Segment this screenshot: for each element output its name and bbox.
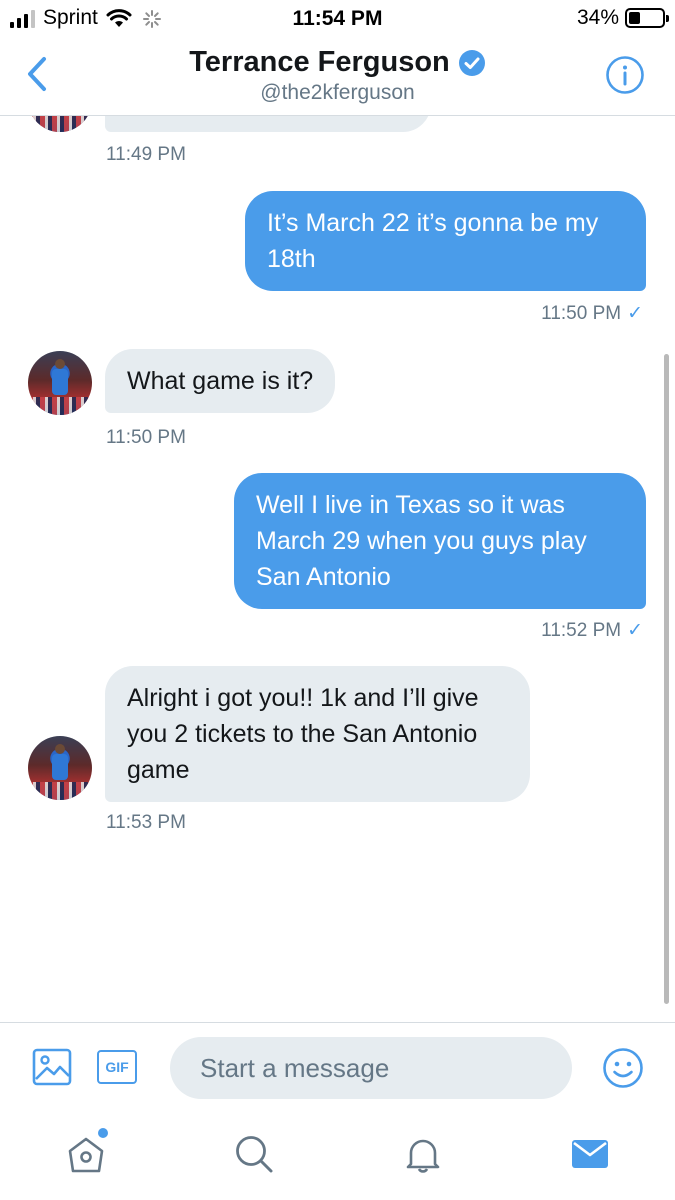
message-timestamp: 11:50 PM ✓: [541, 302, 643, 325]
contact-avatar[interactable]: [28, 116, 92, 132]
emoji-button[interactable]: [602, 1047, 644, 1094]
message-timestamp: 11:50 PM: [106, 427, 186, 448]
notification-dot: [98, 1128, 108, 1138]
tab-search[interactable]: [230, 1130, 278, 1178]
search-icon: [236, 1136, 273, 1173]
verified-badge-icon: [458, 49, 485, 76]
contact-name: Terrance Ferguson: [189, 46, 450, 78]
message-composer: GIF: [0, 1022, 675, 1112]
message-bubble-outgoing[interactable]: It’s March 22 it’s gonna be my 18th: [245, 191, 646, 291]
conversation-header: Terrance Ferguson @the2kferguson: [0, 38, 675, 116]
battery-percent: 34%: [576, 6, 619, 29]
message-bubble-incoming[interactable]: What game is it?: [105, 349, 336, 413]
info-icon: [606, 56, 644, 94]
home-icon: [68, 1137, 104, 1173]
tab-bar: [0, 1112, 675, 1200]
message-bubble-incoming[interactable]: [105, 116, 431, 132]
image-icon: [32, 1048, 72, 1086]
add-gif-button[interactable]: GIF: [97, 1050, 137, 1084]
status-right: 34%: [576, 6, 669, 30]
message-text: Alright i got you!! 1k and I’ll give you…: [127, 684, 479, 784]
bell-icon: [406, 1139, 440, 1173]
scrollbar[interactable]: [664, 354, 669, 1004]
message-input[interactable]: [170, 1037, 572, 1099]
message-text: What game is it?: [127, 367, 314, 395]
contact-avatar[interactable]: [28, 351, 92, 415]
message-list[interactable]: 11:49 PM It’s March 22 it’s gonna be my …: [0, 116, 675, 1022]
tab-notifications[interactable]: [399, 1130, 447, 1178]
contact-avatar[interactable]: [28, 736, 92, 800]
gif-label: GIF: [105, 1059, 129, 1075]
battery-icon: [625, 8, 669, 28]
add-image-button[interactable]: [32, 1047, 72, 1092]
info-button[interactable]: [605, 55, 645, 95]
message-timestamp: 11:53 PM: [106, 812, 186, 833]
message-bubble-outgoing[interactable]: Well I live in Texas so it was March 29 …: [234, 473, 646, 609]
timestamp-text: 11:50 PM: [541, 303, 622, 324]
mail-icon: [572, 1140, 608, 1168]
read-check-icon: ✓: [627, 620, 643, 641]
message-text: Well I live in Texas so it was March 29 …: [256, 491, 587, 591]
message-timestamp: 11:52 PM ✓: [541, 619, 643, 642]
emoji-icon: [603, 1048, 643, 1088]
tab-home[interactable]: [62, 1128, 110, 1178]
battery-level: [629, 12, 640, 24]
contact-handle: @the2kferguson: [260, 81, 415, 104]
message-timestamp: 11:49 PM: [106, 144, 186, 165]
read-check-icon: ✓: [627, 303, 643, 324]
gif-icon: GIF: [97, 1050, 137, 1084]
tab-messages[interactable]: [566, 1130, 614, 1178]
status-time: 11:54 PM: [292, 7, 383, 30]
timestamp-text: 11:52 PM: [541, 620, 622, 641]
message-bubble-incoming[interactable]: Alright i got you!! 1k and I’ll give you…: [105, 666, 530, 802]
status-bar: Sprint 11:54 PM 34%: [0, 0, 675, 38]
message-text: It’s March 22 it’s gonna be my 18th: [267, 209, 599, 273]
contact-title[interactable]: Terrance Ferguson @the2kferguson: [0, 46, 675, 105]
